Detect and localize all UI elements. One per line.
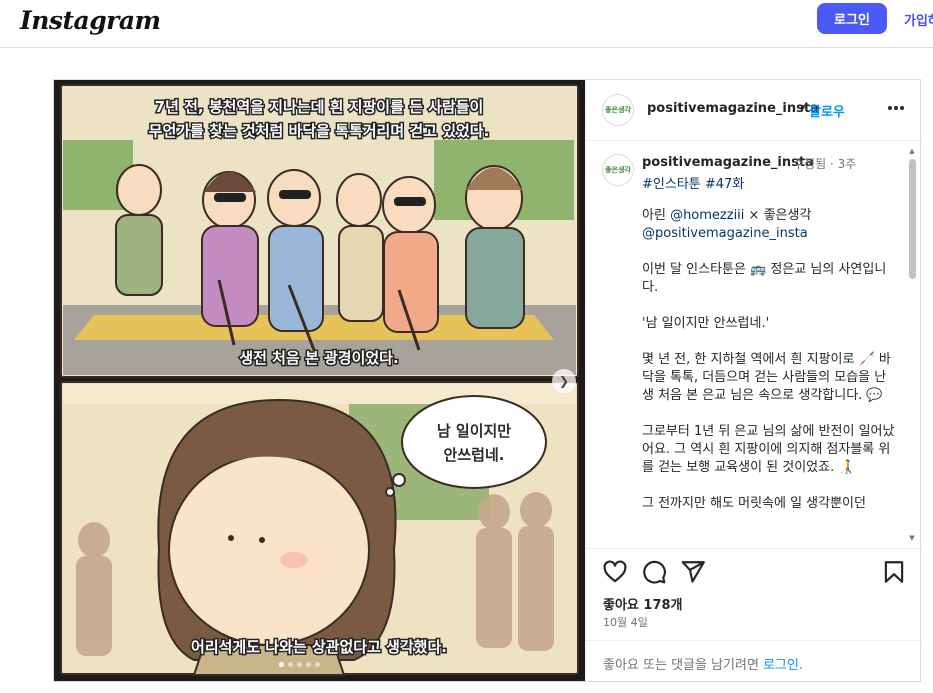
follow-button[interactable]: 팔로우 <box>809 101 845 120</box>
likes-count[interactable]: 좋아요 178개 <box>603 594 683 613</box>
share-icon[interactable] <box>680 559 706 585</box>
comic-main-character <box>157 398 397 676</box>
speech-line-2: 안쓰럽네. <box>444 446 505 464</box>
bookmark-icon[interactable] <box>881 559 907 585</box>
more-icon[interactable] <box>886 98 906 118</box>
heart-icon[interactable] <box>602 559 628 585</box>
comic-image: 7년 전, 봉천역을 지나는데 흰 지팡이를 든 사람들이 무언가를 찾는 것처… <box>54 80 585 681</box>
avatar[interactable]: 좋은생각 <box>602 94 634 126</box>
caption-hashtags[interactable]: #인스타툰 #47화 <box>642 173 744 192</box>
caption-username[interactable]: positivemagazine_insta <box>642 155 814 170</box>
comment-icon[interactable] <box>641 559 667 585</box>
comic-caption-line-1: 7년 전, 봉천역을 지나는데 흰 지팡이를 든 사람들이 <box>155 98 484 116</box>
caption-paragraph: '남 일이지만 안쓰럽네.' <box>642 316 770 331</box>
avatar-text: 좋은생각 <box>605 105 631 114</box>
comic-caption-line-3: 생전 처음 본 광경이었다. <box>239 349 398 367</box>
comic-caption-line-2: 무언가를 찾는 것처럼 바닥을 톡톡거리며 걷고 있었다. <box>149 122 490 140</box>
carousel-indicators <box>279 662 320 667</box>
carousel-dot <box>306 662 311 667</box>
post-date: 10월 4일 <box>603 616 648 629</box>
caption-credit: 아린 @homezziii × 좋은생각 @positivemagazine_i… <box>642 208 812 241</box>
caption-scrollbar[interactable]: ▲ ▼ <box>907 147 917 542</box>
login-link[interactable]: 로그인 <box>763 658 799 673</box>
comic-caption-bottom: 어리석게도 나와는 상관없다고 생각했다. <box>191 638 447 656</box>
signup-link[interactable]: 가입하 <box>904 10 933 29</box>
caption-paragraph: 몇 년 전, 한 지하철 역에서 흰 지팡이로 🦯 바닥을 톡톡, 더듬으며 걷… <box>642 352 891 403</box>
post-username[interactable]: positivemagazine_insta <box>647 101 819 116</box>
caption-edited-time: 수정됨 · 3주 <box>793 157 857 171</box>
post-sidebar: 좋은생각 positivemagazine_insta • 팔로우 좋은생각 p… <box>585 80 922 681</box>
speech-line-1: 남 일이지만 <box>437 422 511 440</box>
chevron-right-icon: ❯ <box>558 374 570 388</box>
scroll-down-icon[interactable]: ▼ <box>908 534 916 542</box>
caption-area[interactable]: 좋은생각 positivemagazine_insta 수정됨 · 3주 #인스… <box>586 141 922 548</box>
mention-link[interactable]: @homezziii <box>670 208 744 223</box>
scroll-up-icon[interactable]: ▲ <box>908 147 916 155</box>
post-header: 좋은생각 positivemagazine_insta • 팔로우 <box>586 80 922 141</box>
caption-text: 아린 @homezziii × 좋은생각 @positivemagazine_i… <box>642 207 897 531</box>
post-media-carousel[interactable]: 7년 전, 봉천역을 지나는데 흰 지팡이를 든 사람들이 무언가를 찾는 것처… <box>54 80 585 681</box>
login-prompt: 좋아요 또는 댓글을 남기려면 로그인. <box>603 658 804 673</box>
carousel-dot <box>279 662 284 667</box>
follow-separator: • <box>799 101 807 116</box>
post-actions: 좋아요 178개 10월 4일 좋아요 또는 댓글을 남기려면 로그인. <box>586 548 922 681</box>
caption-paragraph: 그 전까지만 해도 머릿속에 일 생각뿐이던 <box>642 496 866 511</box>
avatar[interactable]: 좋은생각 <box>602 154 634 186</box>
top-navigation: Instagram 로그인 가입하 <box>0 0 933 48</box>
carousel-dot <box>288 662 293 667</box>
carousel-next-button[interactable]: ❯ <box>552 369 576 393</box>
avatar-text: 좋은생각 <box>605 165 631 174</box>
caption-paragraph: 이번 달 인스타툰은 🚌 정은교 님의 사연입니다. <box>642 262 887 295</box>
post-card: 7년 전, 봉천역을 지나는데 흰 지팡이를 든 사람들이 무언가를 찾는 것처… <box>53 79 922 682</box>
instagram-logo[interactable]: Instagram <box>20 6 161 35</box>
divider <box>586 640 922 641</box>
carousel-dot <box>297 662 302 667</box>
carousel-dot <box>315 662 320 667</box>
caption-paragraph: 그로부터 1년 뒤 은교 님의 삶에 반전이 일어났어요. 그 역시 흰 지팡이… <box>642 424 895 475</box>
scrollbar-thumb[interactable] <box>909 159 916 279</box>
mention-link[interactable]: @positivemagazine_insta <box>642 226 808 241</box>
login-button[interactable]: 로그인 <box>817 3 887 34</box>
